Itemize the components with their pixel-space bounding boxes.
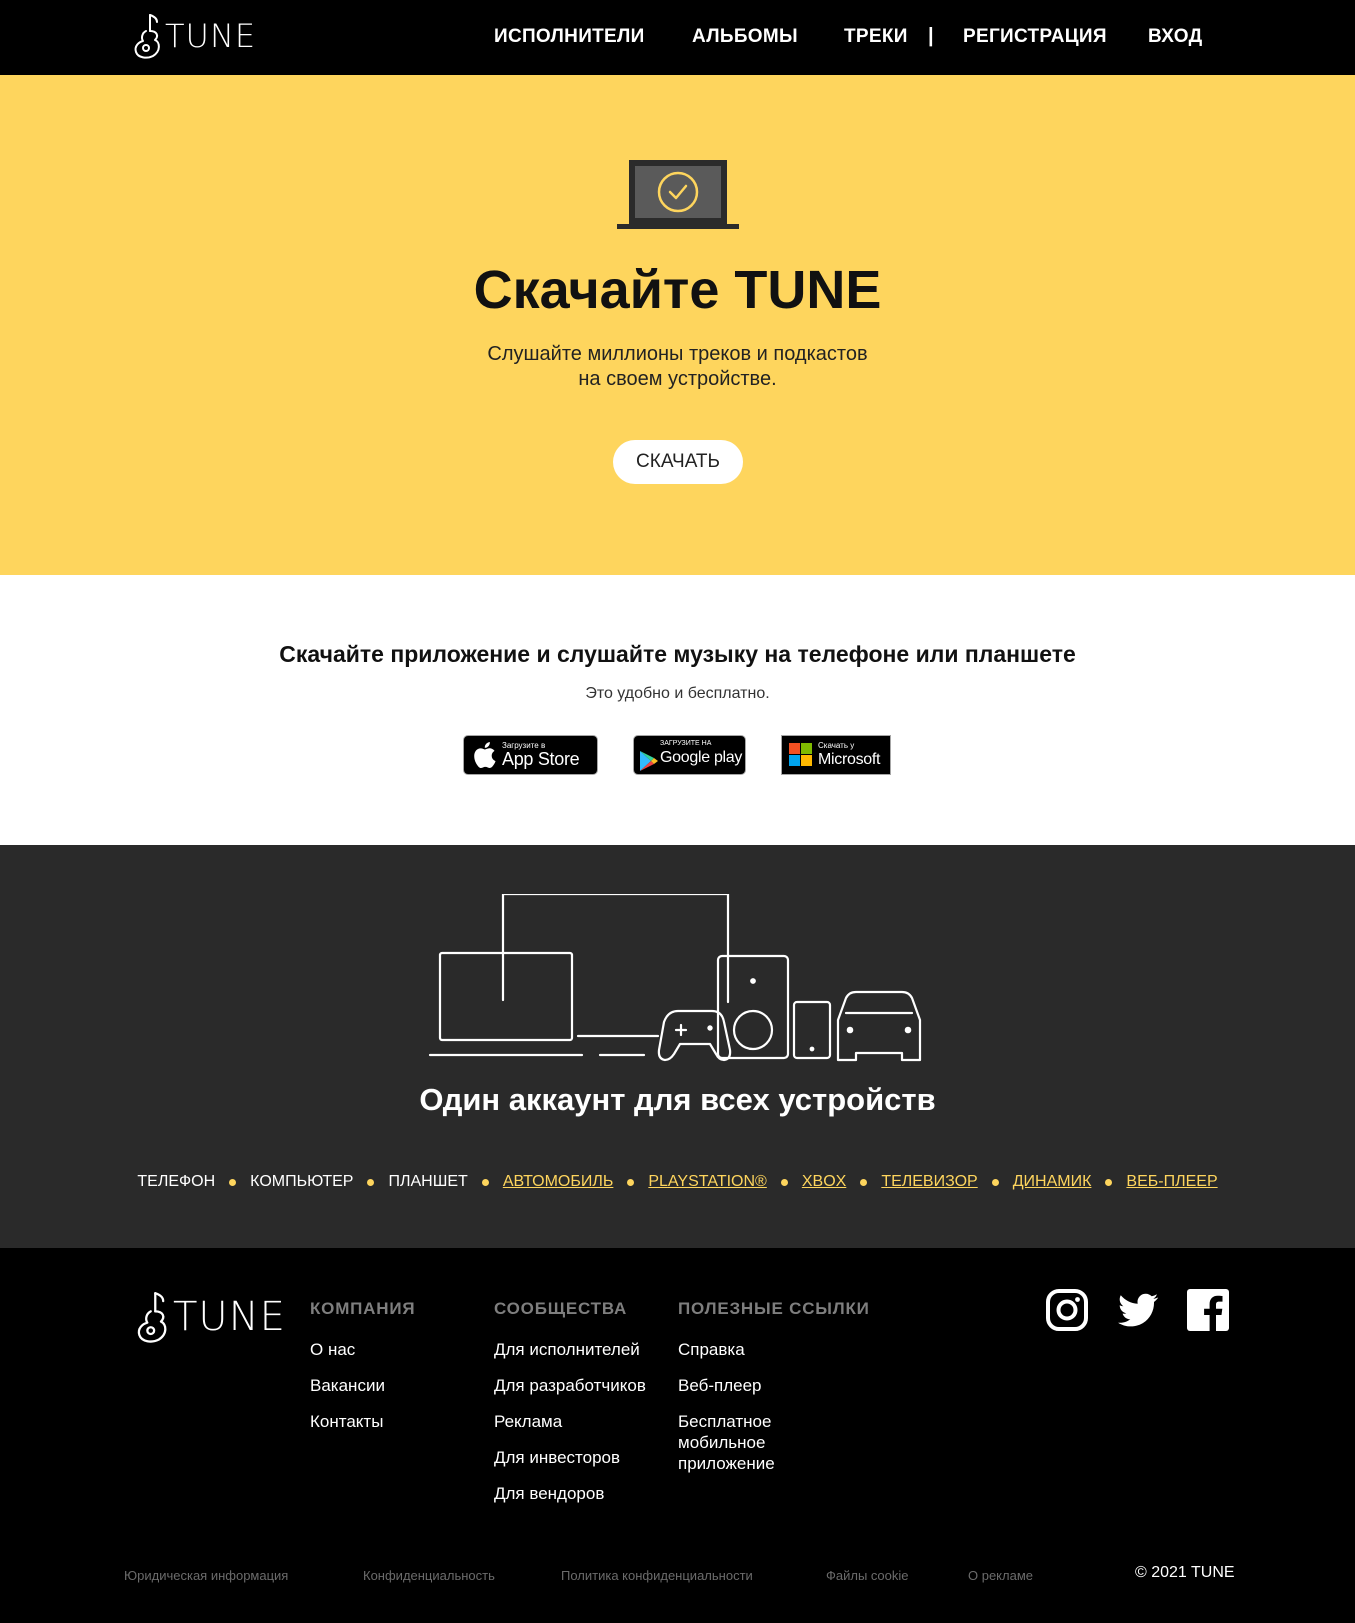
- list-dot: [780, 1178, 788, 1186]
- microsoft-small: Скачать у: [818, 741, 855, 750]
- device-tablet: ПЛАНШЕТ: [388, 1173, 468, 1190]
- footer-logo[interactable]: TUNE: [136, 1286, 286, 1348]
- laptop-icon: [428, 951, 584, 1057]
- list-dot: [627, 1178, 635, 1186]
- devices-section: Один аккаунт для всех устройств ТЕЛЕФОН …: [0, 845, 1355, 1248]
- nav-login[interactable]: ВХОД: [1148, 26, 1202, 48]
- footer-legal-ads[interactable]: О рекламе: [968, 1568, 1033, 1583]
- device-computer: КОМПЬЮТЕР: [250, 1173, 354, 1190]
- google-play-icon: [640, 751, 658, 771]
- hero-subtitle-line1: Слушайте миллионы треков и подкастов: [487, 343, 868, 365]
- device-tv-link[interactable]: ТЕЛЕВИЗОР: [881, 1173, 977, 1191]
- app-store-badge[interactable]: Загрузите в App Store: [463, 735, 598, 775]
- microsoft-badge[interactable]: Скачать у Microsoft: [781, 735, 891, 775]
- apps-title: Скачайте приложение и слушайте музыку на…: [279, 641, 1076, 667]
- footer-company: КОМПАНИЯ О нас Вакансии Контакты: [310, 1299, 415, 1447]
- footer-useful-title: ПОЛЕЗНЫЕ ССЫЛКИ: [678, 1299, 870, 1318]
- footer-link-developers[interactable]: Для разработчиков: [494, 1375, 646, 1396]
- list-dot: [860, 1178, 868, 1186]
- microsoft-big: Microsoft: [818, 751, 881, 768]
- footer-logo-text: TUNE: [173, 1294, 286, 1340]
- gamepad-icon: [657, 1009, 732, 1062]
- site-header: TUNE ИСПОЛНИТЕЛИ АЛЬБОМЫ ТРЕКИ | РЕГИСТР…: [0, 0, 1355, 75]
- device-list: ТЕЛЕФОН КОМПЬЮТЕР ПЛАНШЕТ АВТОМОБИЛЬ PLA…: [0, 1173, 1355, 1191]
- list-dot: [367, 1178, 375, 1186]
- nav-albums[interactable]: АЛЬБОМЫ: [692, 26, 798, 48]
- tablet-icon: [792, 1000, 832, 1060]
- device-xbox-link[interactable]: XBOX: [802, 1173, 846, 1191]
- footer-legal-cookies[interactable]: Файлы cookie: [826, 1568, 909, 1583]
- hero-title: Скачайте TUNE: [473, 260, 882, 320]
- nav-separator: |: [928, 25, 934, 47]
- footer-communities: СООБЩЕСТВА Для исполнителей Для разработ…: [494, 1299, 646, 1519]
- footer-legal-info[interactable]: Юридическая информация: [124, 1568, 288, 1583]
- list-dot: [481, 1178, 489, 1186]
- app-store-big: App Store: [502, 749, 580, 769]
- hero-section: Скачайте TUNE Слушайте миллионы треков и…: [0, 75, 1355, 575]
- twitter-icon[interactable]: [1116, 1288, 1160, 1332]
- device-playstation-link[interactable]: PLAYSTATION®: [648, 1173, 766, 1191]
- device-speaker-link[interactable]: ДИНАМИК: [1013, 1173, 1092, 1191]
- hero-subtitle: Слушайте миллионы треков и подкастов на …: [0, 342, 1355, 392]
- nav-register[interactable]: РЕГИСТРАЦИЯ: [963, 26, 1107, 48]
- device-car-link[interactable]: АВТОМОБИЛЬ: [503, 1173, 614, 1191]
- footer-useful: ПОЛЕЗНЫЕ ССЫЛКИ Справка Веб-плеер Беспла…: [678, 1299, 870, 1489]
- list-dot: [1105, 1178, 1113, 1186]
- footer-legal-privacy[interactable]: Конфиденциальность: [363, 1568, 495, 1583]
- footer-link-about[interactable]: О нас: [310, 1339, 415, 1360]
- download-button[interactable]: СКАЧАТЬ: [613, 440, 743, 484]
- list-dot: [991, 1178, 999, 1186]
- list-dot: [229, 1178, 237, 1186]
- footer-link-webplayer[interactable]: Веб-плеер: [678, 1375, 798, 1396]
- device-phone: ТЕЛЕФОН: [137, 1173, 216, 1190]
- footer-link-jobs[interactable]: Вакансии: [310, 1375, 415, 1396]
- facebook-icon[interactable]: [1186, 1288, 1230, 1332]
- footer-link-artists[interactable]: Для исполнителей: [494, 1339, 646, 1360]
- copyright: © 2021 TUNE: [1135, 1564, 1235, 1581]
- footer-link-help[interactable]: Справка: [678, 1339, 798, 1360]
- apps-section: Скачайте приложение и слушайте музыку на…: [0, 575, 1355, 845]
- guitar-note-icon: [134, 14, 160, 59]
- footer-link-contacts[interactable]: Контакты: [310, 1411, 415, 1432]
- laptop-check-icon: [617, 160, 739, 229]
- monitor-line-icon: [576, 1034, 660, 1057]
- hero-subtitle-line2: на своем устройстве.: [578, 368, 777, 390]
- tune-logo[interactable]: TUNE: [133, 11, 256, 61]
- logo-text: TUNE: [165, 17, 257, 55]
- footer-communities-title: СООБЩЕСТВА: [494, 1299, 628, 1318]
- footer-link-ads[interactable]: Реклама: [494, 1411, 646, 1432]
- google-play-big: Google play: [660, 749, 743, 766]
- nav-tracks[interactable]: ТРЕКИ: [844, 26, 908, 48]
- guitar-note-icon: [137, 1292, 167, 1343]
- apple-icon: [474, 742, 496, 769]
- site-footer: TUNE КОМПАНИЯ О нас Вакансии Контакты СО…: [0, 1248, 1355, 1623]
- footer-legal-privacy-policy[interactable]: Политика конфиденциальности: [561, 1568, 753, 1583]
- nav-artists[interactable]: ИСПОЛНИТЕЛИ: [494, 26, 645, 48]
- google-play-badge[interactable]: ЗАГРУЗИТЕ НА Google play: [633, 735, 746, 775]
- google-play-small: ЗАГРУЗИТЕ НА: [660, 740, 712, 747]
- footer-link-mobile-app[interactable]: Бесплатное мобильное приложение: [678, 1411, 798, 1474]
- car-icon: [836, 990, 922, 1062]
- instagram-icon[interactable]: [1045, 1288, 1089, 1332]
- apps-subtitle: Это удобно и бесплатно.: [585, 685, 770, 702]
- devices-illustration: [428, 894, 922, 1062]
- device-webplayer-link[interactable]: ВЕБ-ПЛЕЕР: [1126, 1173, 1217, 1191]
- devices-title: Один аккаунт для всех устройств: [419, 1082, 936, 1117]
- tv-icon: [501, 894, 730, 1004]
- footer-link-investors[interactable]: Для инвесторов: [494, 1447, 646, 1468]
- footer-company-title: КОМПАНИЯ: [310, 1299, 416, 1318]
- microsoft-icon: [789, 743, 812, 766]
- footer-link-vendors[interactable]: Для вендоров: [494, 1483, 646, 1504]
